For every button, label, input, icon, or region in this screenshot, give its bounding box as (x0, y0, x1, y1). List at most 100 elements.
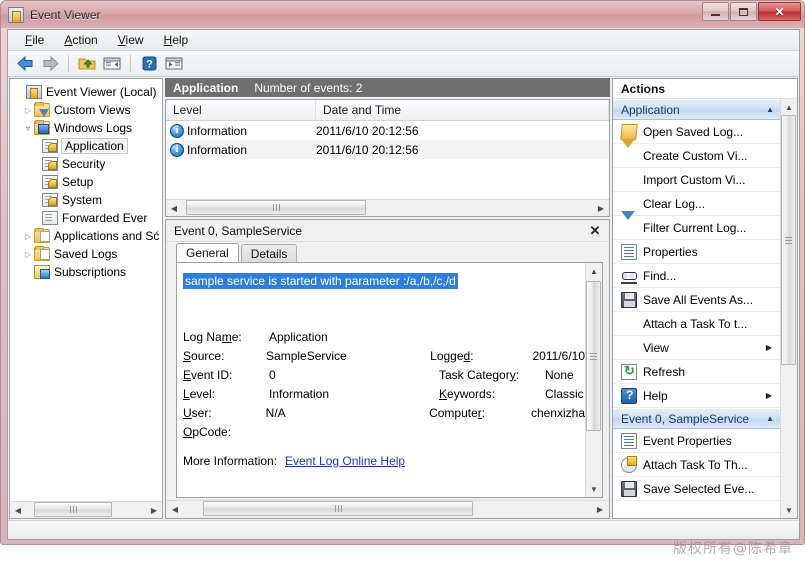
action-properties[interactable]: Properties (613, 240, 780, 264)
tree-item-security[interactable]: Security (14, 155, 162, 173)
maximize-button[interactable] (730, 2, 757, 21)
scroll-thumb[interactable] (34, 502, 112, 517)
action-attach-task-to-this-event[interactable]: Attach Task To Th... (613, 453, 780, 477)
show-hide-action-pane-button[interactable] (163, 53, 185, 74)
tree-item-windows-logs[interactable]: ▿ Windows Logs (14, 119, 162, 137)
scroll-down-arrow-icon[interactable]: ▼ (781, 502, 797, 518)
scroll-left-arrow-icon[interactable]: ◀ (166, 200, 182, 216)
table-row[interactable]: i Information 2011/6/10 20:12:56 (166, 121, 609, 140)
event-details-horizontal-scrollbar[interactable]: ◀ ▶ (167, 500, 608, 517)
center-header-title: Application (173, 80, 239, 95)
scroll-right-arrow-icon[interactable]: ▶ (593, 200, 609, 216)
actions-group-event[interactable]: Event 0, SampleService ▲ (613, 408, 780, 429)
close-button[interactable]: ✕ (758, 2, 801, 21)
action-help[interactable]: Help ▶ (613, 384, 780, 408)
chevron-up-icon[interactable]: ▲ (766, 414, 774, 423)
scroll-thumb[interactable] (586, 281, 601, 431)
close-icon[interactable]: ✕ (587, 223, 603, 239)
action-filter-current-log[interactable]: Filter Current Log... (613, 210, 780, 240)
tree-horizontal-scrollbar[interactable]: ◀ ▶ (10, 501, 162, 518)
menu-action[interactable]: Action (55, 31, 106, 49)
tab-details[interactable]: Details (240, 244, 298, 262)
event-details-content[interactable]: sample service is started with parameter… (177, 263, 585, 497)
scroll-left-arrow-icon[interactable]: ◀ (167, 501, 183, 517)
tree-item-application[interactable]: Application (14, 137, 162, 155)
menu-help[interactable]: Help (155, 31, 198, 49)
event-message-text[interactable]: sample service is started with parameter… (183, 273, 458, 289)
scroll-track[interactable] (781, 115, 797, 502)
scroll-right-arrow-icon[interactable]: ▶ (592, 501, 608, 517)
chevron-down-icon[interactable]: ▿ (22, 124, 34, 133)
actions-vertical-scrollbar[interactable]: ▲ ▼ (780, 99, 797, 518)
chevron-right-icon[interactable]: ▷ (22, 106, 34, 115)
back-button[interactable] (14, 53, 36, 74)
action-find[interactable]: Find... (613, 264, 780, 288)
action-save-selected-events[interactable]: Save Selected Eve... (613, 477, 780, 501)
event-details-vertical-scrollbar[interactable]: ▲ ▼ (585, 263, 602, 497)
chevron-up-icon[interactable]: ▲ (766, 105, 774, 114)
open-saved-log-icon (620, 123, 638, 140)
scroll-left-arrow-icon[interactable]: ◀ (10, 502, 26, 518)
tree-item-setup[interactable]: Setup (14, 173, 162, 191)
tree-item-label: Custom Views (54, 103, 131, 117)
scroll-thumb[interactable] (203, 501, 473, 516)
show-hide-console-tree-button[interactable] (101, 53, 123, 74)
properties-icon (621, 243, 637, 260)
action-open-saved-log[interactable]: Open Saved Log... (613, 120, 780, 144)
up-one-level-button[interactable] (76, 53, 98, 74)
event-list[interactable]: Level Date and Time i Information 2011/6… (165, 99, 610, 217)
console-tree[interactable]: Event Viewer (Local) ▷ Custom Views ▿ Wi… (10, 79, 162, 501)
event-details-tabs: General Details (166, 242, 609, 262)
action-refresh[interactable]: Refresh (613, 360, 780, 384)
event-properties-icon (621, 432, 637, 449)
tree-item-label: Security (62, 157, 106, 171)
scroll-down-arrow-icon[interactable]: ▼ (586, 481, 602, 497)
column-header-date-and-time[interactable]: Date and Time (316, 100, 609, 120)
tree-item-label: Event Viewer (Local) (46, 85, 157, 99)
scroll-track[interactable] (586, 279, 602, 481)
refresh-icon (621, 363, 637, 380)
event-details-title: Event 0, SampleService (174, 223, 303, 238)
column-header-level[interactable]: Level (166, 100, 316, 120)
attach-task-icon (621, 455, 637, 473)
scroll-thumb[interactable] (781, 115, 796, 365)
property-value: 2011/6/10 (532, 348, 586, 363)
scroll-track[interactable] (26, 502, 146, 518)
action-attach-a-task-to-this-log[interactable]: Attach a Task To t... (613, 312, 780, 336)
table-row[interactable]: i Information 2011/6/10 20:12:56 (166, 140, 609, 159)
tree-item-custom-views[interactable]: ▷ Custom Views (14, 101, 162, 119)
event-log-online-help-link[interactable]: Event Log Online Help (285, 454, 405, 468)
scroll-thumb[interactable] (186, 200, 366, 215)
tree-item-applications-and-services[interactable]: ▷ Applications and Sć (14, 227, 162, 245)
folder-stack-icon (34, 228, 50, 243)
tree-item-subscriptions[interactable]: Subscriptions (14, 263, 162, 281)
property-row-level: Level: Information Keywords: Classic (177, 384, 585, 403)
scroll-up-arrow-icon[interactable]: ▲ (586, 263, 602, 279)
forward-button[interactable] (39, 53, 61, 74)
menu-file[interactable]: File (16, 31, 53, 49)
tree-item-event-viewer-local[interactable]: Event Viewer (Local) (14, 83, 162, 101)
chevron-right-icon[interactable]: ▷ (22, 250, 34, 259)
scroll-right-arrow-icon[interactable]: ▶ (146, 502, 162, 518)
actions-group-application[interactable]: Application ▲ (613, 99, 780, 120)
action-create-custom-view[interactable]: Create Custom Vi... (613, 138, 780, 168)
event-list-horizontal-scrollbar[interactable]: ◀ ▶ (166, 199, 609, 216)
scroll-up-arrow-icon[interactable]: ▲ (781, 99, 797, 115)
help-button[interactable]: ? (138, 53, 160, 74)
tree-item-saved-logs[interactable]: ▷ Saved Logs (14, 245, 162, 263)
minimize-button[interactable] (702, 2, 729, 21)
tab-general[interactable]: General (176, 243, 239, 262)
scroll-track[interactable] (182, 200, 593, 216)
log-key-icon (42, 139, 58, 153)
action-event-properties[interactable]: Event Properties (613, 429, 780, 453)
action-view[interactable]: View ▶ (613, 336, 780, 360)
action-save-all-events-as[interactable]: Save All Events As... (613, 288, 780, 312)
action-label: Refresh (643, 364, 686, 379)
action-clear-log[interactable]: Clear Log... (613, 192, 780, 216)
menu-view[interactable]: View (109, 31, 153, 49)
action-import-custom-view[interactable]: Import Custom Vi... (613, 168, 780, 192)
scroll-track[interactable] (183, 501, 592, 517)
tree-item-forwarded-events[interactable]: Forwarded Ever (14, 209, 162, 227)
chevron-right-icon[interactable]: ▷ (22, 232, 34, 241)
tree-item-system[interactable]: System (14, 191, 162, 209)
